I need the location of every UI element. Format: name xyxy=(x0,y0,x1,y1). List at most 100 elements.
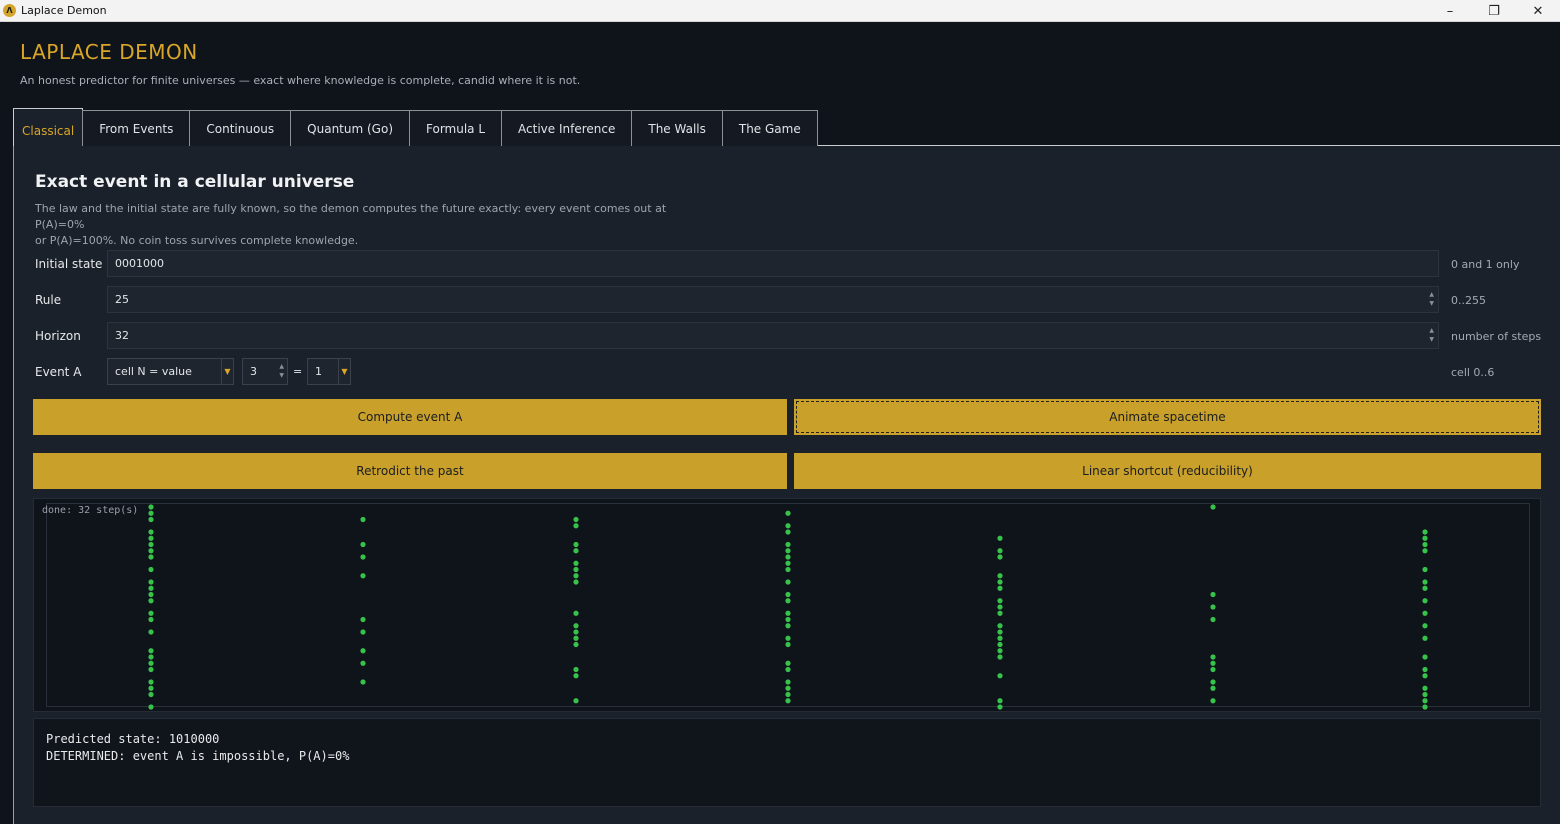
compute-event-button[interactable]: Compute event A xyxy=(33,399,787,435)
live-cell xyxy=(148,704,154,710)
live-cell xyxy=(148,654,154,660)
horizon-spinbox[interactable]: 32 ▲ ▼ xyxy=(107,322,1439,349)
tab-from-events[interactable]: From Events xyxy=(82,110,191,146)
app-title: LAPLACE DEMON xyxy=(20,40,198,64)
live-cell xyxy=(785,660,791,666)
rule-value: 25 xyxy=(115,293,129,306)
live-cell xyxy=(360,554,366,560)
live-cell xyxy=(997,604,1003,610)
live-cell xyxy=(360,679,366,685)
live-cell xyxy=(1422,654,1428,660)
live-cell xyxy=(148,548,154,554)
live-cell xyxy=(1422,610,1428,616)
lambda-icon: Λ xyxy=(3,4,16,17)
live-cell xyxy=(1210,679,1216,685)
live-cell xyxy=(1422,535,1428,541)
tab-formula-l[interactable]: Formula L xyxy=(409,110,503,146)
live-cell xyxy=(785,554,791,560)
live-cell xyxy=(785,598,791,604)
tab-the-walls[interactable]: The Walls xyxy=(631,110,723,146)
spin-arrows-icon[interactable]: ▲ ▼ xyxy=(1429,290,1434,308)
initial-state-label: Initial state xyxy=(35,257,103,271)
spacetime-canvas: done: 32 step(s) xyxy=(33,498,1541,712)
spin-arrows-icon[interactable]: ▲ ▼ xyxy=(1429,326,1434,344)
close-icon[interactable]: ✕ xyxy=(1516,0,1560,22)
live-cell xyxy=(148,610,154,616)
live-cell xyxy=(148,598,154,604)
retrodict-button[interactable]: Retrodict the past xyxy=(33,453,787,489)
animate-spacetime-button[interactable]: Animate spacetime xyxy=(794,399,1541,435)
output-line: DETERMINED: event A is impossible, P(A)=… xyxy=(46,749,350,763)
live-cell xyxy=(573,560,579,566)
live-cell xyxy=(148,579,154,585)
live-cell xyxy=(148,510,154,516)
live-cell xyxy=(573,673,579,679)
live-cell xyxy=(573,666,579,673)
live-cell xyxy=(1422,635,1428,641)
live-cell xyxy=(1210,504,1216,510)
live-cell xyxy=(1422,623,1428,629)
rule-spinbox[interactable]: 25 ▲ ▼ xyxy=(107,286,1439,313)
section-description: The law and the initial state are fully … xyxy=(35,201,715,249)
tab-active-inference[interactable]: Active Inference xyxy=(501,110,633,146)
live-cell xyxy=(148,691,154,698)
live-cell xyxy=(1422,598,1428,604)
linear-shortcut-button[interactable]: Linear shortcut (reducibility) xyxy=(794,453,1541,489)
initial-state-value: 0001000 xyxy=(115,257,164,270)
tab-the-game[interactable]: The Game xyxy=(721,110,818,146)
event-a-label: Event A xyxy=(35,365,82,379)
live-cell xyxy=(785,579,791,585)
live-cell xyxy=(1422,666,1428,673)
live-cell xyxy=(997,623,1003,629)
live-cell xyxy=(785,591,791,598)
event-type-select[interactable]: cell N = value ▼ xyxy=(107,358,234,385)
window-title: Laplace Demon xyxy=(21,4,107,17)
chevron-down-icon[interactable]: ▼ xyxy=(338,359,350,384)
live-cell xyxy=(573,566,579,573)
tab-continuous[interactable]: Continuous xyxy=(189,110,292,146)
live-cell xyxy=(1422,566,1428,573)
live-cell xyxy=(1422,529,1428,535)
event-cell-spinbox[interactable]: 3 ▲ ▼ xyxy=(242,358,288,385)
live-cell xyxy=(148,535,154,541)
restore-icon[interactable]: ❐ xyxy=(1472,0,1516,22)
tab-bar: Classical From Events Continuous Quantum… xyxy=(13,108,818,146)
equals-sign: = xyxy=(293,365,303,378)
event-value-select[interactable]: 1 ▼ xyxy=(307,358,351,385)
live-cell xyxy=(997,554,1003,560)
live-cell xyxy=(997,698,1003,704)
chevron-down-icon[interactable]: ▼ xyxy=(221,359,233,384)
minimize-icon[interactable]: – xyxy=(1428,0,1472,22)
live-cell xyxy=(1210,666,1216,673)
live-cell xyxy=(360,629,366,635)
live-cell xyxy=(785,548,791,554)
live-cell xyxy=(997,579,1003,585)
initial-state-input[interactable]: 0001000 xyxy=(107,250,1439,277)
horizon-hint: number of steps xyxy=(1451,330,1542,343)
live-cell xyxy=(148,660,154,666)
live-cell xyxy=(360,648,366,654)
app-header: LAPLACE DEMON An honest predictor for fi… xyxy=(20,40,580,87)
horizon-value: 32 xyxy=(115,329,129,342)
live-cell xyxy=(785,541,791,548)
tab-classical[interactable]: Classical xyxy=(13,108,84,146)
live-cell xyxy=(997,635,1003,641)
event-target-value: 1 xyxy=(315,365,322,378)
live-cell xyxy=(148,516,154,523)
horizon-label: Horizon xyxy=(35,329,81,343)
live-cell xyxy=(785,698,791,704)
output-line: Predicted state: 1010000 xyxy=(46,732,220,746)
live-cell xyxy=(785,523,791,529)
live-cell xyxy=(1210,604,1216,610)
spin-arrows-icon[interactable]: ▲ ▼ xyxy=(279,362,284,380)
live-cell xyxy=(360,541,366,548)
live-cell xyxy=(573,610,579,616)
event-hint: cell 0..6 xyxy=(1451,366,1495,379)
tab-quantum-go[interactable]: Quantum (Go) xyxy=(290,110,410,146)
live-cell xyxy=(360,660,366,666)
live-cell xyxy=(573,635,579,641)
live-cell xyxy=(1422,579,1428,585)
live-cell xyxy=(1210,616,1216,623)
live-cell xyxy=(997,673,1003,679)
live-cell xyxy=(785,623,791,629)
